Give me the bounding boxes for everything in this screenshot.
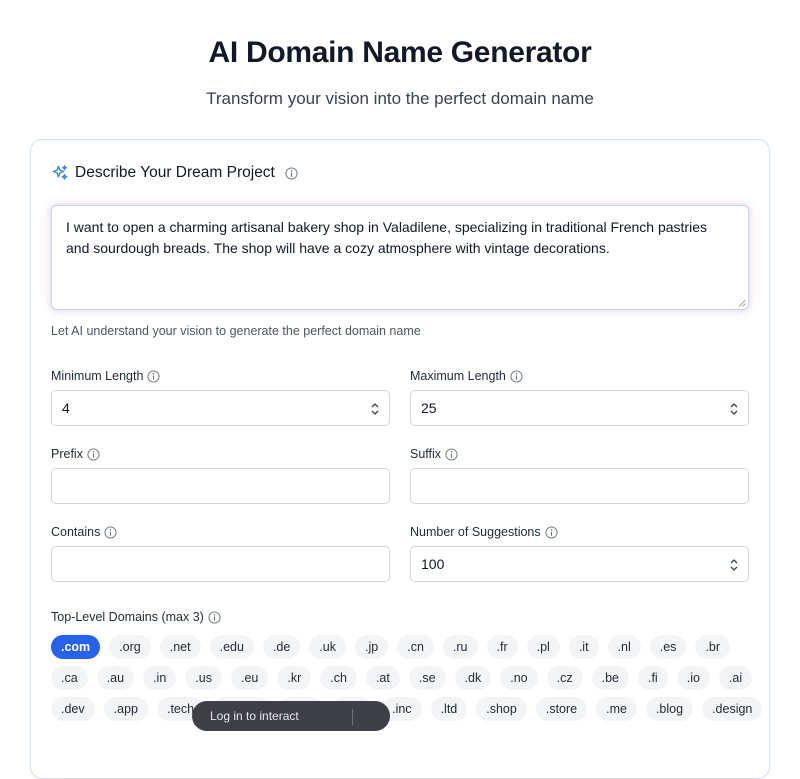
page-title: AI Domain Name Generator xyxy=(208,36,592,69)
tld-chip[interactable]: .fr xyxy=(486,635,518,659)
section-title: Describe Your Dream Project xyxy=(75,164,275,181)
info-icon[interactable] xyxy=(104,525,117,539)
tld-chip[interactable]: .ai xyxy=(718,666,753,690)
suffix-label: Suffix xyxy=(410,447,458,461)
stepper-icon[interactable] xyxy=(729,558,739,572)
prefix-input[interactable] xyxy=(51,468,390,504)
tld-chip[interactable]: .br xyxy=(695,635,731,659)
tld-chip[interactable]: .at xyxy=(365,666,400,690)
tld-label: Top-Level Domains (max 3) xyxy=(51,610,221,624)
tld-chip[interactable]: .it xyxy=(568,635,599,659)
resize-handle-icon[interactable] xyxy=(738,299,746,307)
info-icon[interactable] xyxy=(208,610,221,624)
min-length-value: 4 xyxy=(62,400,70,416)
tld-chip[interactable]: .cz xyxy=(546,666,583,690)
tld-chip[interactable]: .jp xyxy=(355,635,389,659)
tld-chip[interactable]: .cn xyxy=(397,635,434,659)
tld-chip[interactable]: .org xyxy=(109,635,151,659)
login-toast[interactable]: Log in to interact xyxy=(192,701,390,731)
page-subtitle: Transform your vision into the perfect d… xyxy=(206,89,594,108)
tld-chip[interactable]: .nl xyxy=(607,635,641,659)
sparkle-icon xyxy=(51,164,69,182)
tld-row: .com .org .net .edu .de .uk .jp .cn .ru .fr .pl .it… xyxy=(51,635,731,659)
description-hint: Let AI understand your vision to generat… xyxy=(51,324,421,338)
tld-chip[interactable]: .ltd xyxy=(430,697,468,721)
tld-chip[interactable]: .de xyxy=(262,635,301,659)
contains-label-text: Contains xyxy=(51,525,101,539)
suggestions-label: Number of Suggestions xyxy=(410,525,558,539)
tld-chip[interactable]: .me xyxy=(596,697,637,721)
tld-chip[interactable]: .store xyxy=(535,697,588,721)
tld-row: .dev.app.tech.online.site.xyz.inc.ltd.sh… xyxy=(51,697,763,721)
tld-chip[interactable]: .pl xyxy=(526,635,560,659)
section-header: Describe Your Dream Project xyxy=(51,162,298,184)
tld-chip[interactable]: .es xyxy=(649,635,687,659)
tld-chip[interactable]: .ca xyxy=(51,666,88,690)
tld-chip[interactable]: .uk xyxy=(309,635,347,659)
info-icon[interactable] xyxy=(445,447,458,461)
info-icon[interactable] xyxy=(285,166,298,180)
tld-chip[interactable]: .net xyxy=(159,635,201,659)
tld-chip[interactable]: .dk xyxy=(454,666,492,690)
max-length-input[interactable]: 25 xyxy=(410,390,749,426)
info-icon[interactable] xyxy=(147,369,160,383)
info-icon[interactable] xyxy=(87,447,100,461)
toast-text: Log in to interact xyxy=(210,709,299,723)
min-length-label-text: Minimum Length xyxy=(51,369,144,383)
suggestions-label-text: Number of Suggestions xyxy=(410,525,541,539)
tld-chip[interactable]: .com xyxy=(51,635,101,659)
prefix-label: Prefix xyxy=(51,447,100,461)
tld-row: .ca .au .in .us .eu .kr .ch .at .se .dk .no .cz .be.… xyxy=(51,666,753,690)
tld-chip[interactable]: .ru xyxy=(442,635,478,659)
contains-input[interactable] xyxy=(51,546,390,582)
tld-chip[interactable]: .edu xyxy=(209,635,254,659)
tld-chip[interactable]: .dev xyxy=(51,697,95,721)
tld-chip[interactable]: .in xyxy=(143,666,177,690)
tld-chip[interactable]: .shop xyxy=(476,697,527,721)
max-length-label: Maximum Length xyxy=(410,369,523,383)
tld-label-text: Top-Level Domains (max 3) xyxy=(51,610,204,624)
tld-chip[interactable]: .au xyxy=(96,666,135,690)
tld-chip[interactable]: .fi xyxy=(637,666,668,690)
tld-chip[interactable]: .design xyxy=(702,697,763,721)
project-description-input[interactable]: I want to open a charming artisanal bake… xyxy=(51,205,749,310)
suffix-input[interactable] xyxy=(410,468,749,504)
tld-chip[interactable]: .blog xyxy=(645,697,694,721)
suggestions-input[interactable]: 100 xyxy=(410,546,749,582)
toast-divider xyxy=(352,709,353,725)
tld-chip[interactable]: .app xyxy=(103,697,148,721)
prefix-label-text: Prefix xyxy=(51,447,83,461)
info-icon[interactable] xyxy=(510,369,523,383)
tld-chip[interactable]: .no xyxy=(500,666,538,690)
project-description-text: I want to open a charming artisanal bake… xyxy=(66,219,707,256)
suffix-label-text: Suffix xyxy=(410,447,442,461)
min-length-label: Minimum Length xyxy=(51,369,160,383)
tld-chip[interactable]: .kr xyxy=(277,666,312,690)
min-length-input[interactable]: 4 xyxy=(51,390,390,426)
info-icon[interactable] xyxy=(545,525,558,539)
stepper-icon[interactable] xyxy=(729,402,739,416)
max-length-label-text: Maximum Length xyxy=(410,369,506,383)
tld-chip[interactable]: .ch xyxy=(320,666,357,690)
stepper-icon[interactable] xyxy=(370,402,380,416)
tld-chip[interactable]: .io xyxy=(676,666,710,690)
tld-chip[interactable]: .se xyxy=(408,666,446,690)
contains-label: Contains xyxy=(51,525,117,539)
tld-chip[interactable]: .us xyxy=(185,666,222,690)
tld-chip[interactable]: .eu xyxy=(230,666,269,690)
tld-chip[interactable]: .be xyxy=(591,666,629,690)
suggestions-value: 100 xyxy=(421,556,445,572)
max-length-value: 25 xyxy=(421,400,437,416)
